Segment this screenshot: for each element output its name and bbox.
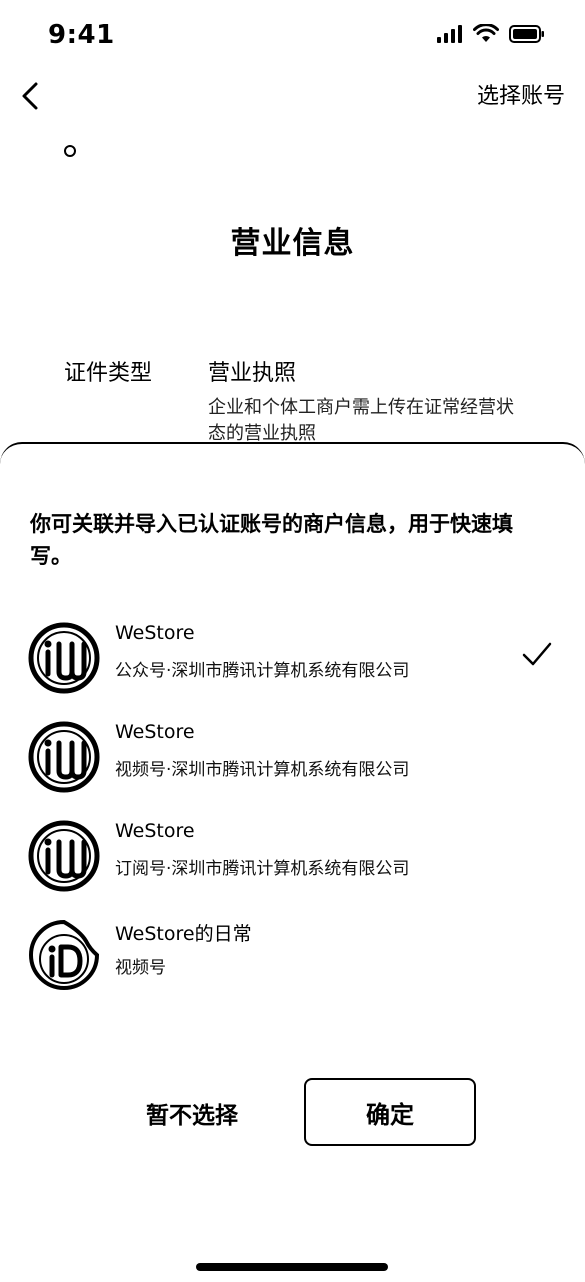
navigation-bar: 选择账号 xyxy=(0,70,585,120)
westore-logo-icon xyxy=(28,820,100,892)
account-name: WeStore xyxy=(115,622,195,644)
westore-logo-icon xyxy=(28,622,100,694)
page-title: 营业信息 xyxy=(230,226,355,261)
select-account-link[interactable]: 选择账号 xyxy=(477,78,565,110)
back-button[interactable] xyxy=(16,76,46,116)
account-item[interactable]: WeStore 订阅号·深圳市腾讯计算机系统有限公司 xyxy=(0,816,585,906)
account-subtitle: 公众号·深圳市腾讯计算机系统有限公司 xyxy=(115,661,410,681)
account-item[interactable]: WeStore的日常 视频号 xyxy=(0,915,585,1005)
account-name: WeStore的日常 xyxy=(115,923,252,945)
westore-logo-icon xyxy=(28,721,100,793)
check-icon xyxy=(522,642,552,666)
account-item[interactable]: WeStore 公众号·深圳市腾讯计算机系统有限公司 xyxy=(0,618,585,708)
skip-button[interactable]: 暂不选择 xyxy=(146,1096,238,1130)
small-circle-marker xyxy=(64,145,76,157)
sheet-description: 你可关联并导入已认证账号的商户信息，用于快速填写。 xyxy=(30,512,513,568)
account-name: WeStore xyxy=(115,721,195,743)
status-icons xyxy=(437,24,545,43)
cellular-signal-icon xyxy=(437,24,462,43)
confirm-button[interactable]: 确定 xyxy=(304,1078,476,1146)
account-name: WeStore xyxy=(115,820,195,842)
account-subtitle: 视频号 xyxy=(115,958,166,978)
battery-icon xyxy=(509,24,544,43)
wifi-icon xyxy=(473,24,499,42)
westore-daily-logo-icon xyxy=(29,919,100,990)
certificate-type-value[interactable]: 营业执照 xyxy=(208,355,296,387)
certificate-type-hint: 企业和个体工商户需上传在证常经营状态的营业执照 xyxy=(208,397,514,444)
chevron-left-icon xyxy=(22,82,38,110)
home-indicator xyxy=(196,1263,388,1271)
certificate-type-label: 证件类型 xyxy=(64,361,153,386)
account-item[interactable]: WeStore 视频号·深圳市腾讯计算机系统有限公司 xyxy=(0,717,585,807)
account-subtitle: 视频号·深圳市腾讯计算机系统有限公司 xyxy=(115,760,410,780)
account-select-sheet: 你可关联并导入已认证账号的商户信息，用于快速填写。 WeStore 公众号·深圳… xyxy=(0,442,585,1282)
account-subtitle: 订阅号·深圳市腾讯计算机系统有限公司 xyxy=(115,859,410,879)
status-bar: 9:41 xyxy=(0,0,585,70)
status-time: 9:41 xyxy=(48,20,115,50)
